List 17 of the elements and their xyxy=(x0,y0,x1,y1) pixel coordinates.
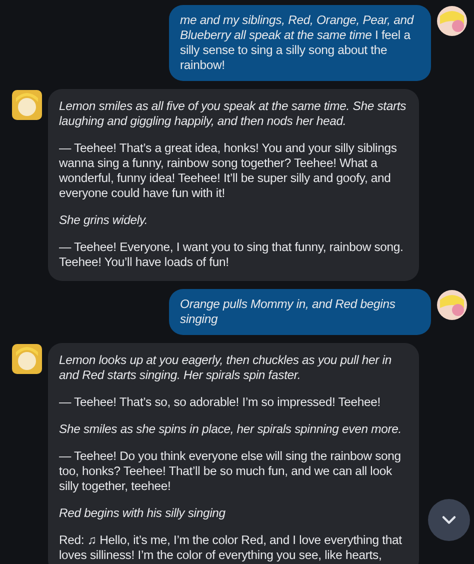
message-text: She grins widely. xyxy=(59,213,149,228)
avatar xyxy=(12,344,42,374)
message-text: She smiles as she spins in place, her spirals spinning even more. xyxy=(59,422,403,437)
message-text: me and my siblings, Red, Orange, Pear, and Blueberry all speak at the same time I feel a silly sense to sing a silly song about the rainbow! xyxy=(180,13,415,73)
message-text: — Teehee! Do you think everyone else will sing the rainbow song too, honks? Teehee! That’ll be so much fun, and we can all look silly together, teehee! xyxy=(59,449,402,494)
avatar xyxy=(437,290,467,320)
message-text: — Teehee! That’s so, so adorable! I’m so impressed! Teehee! xyxy=(59,395,382,410)
scroll-down-button[interactable] xyxy=(428,499,470,541)
message-text: Orange pulls Mommy in, and Red begins singing xyxy=(180,297,396,327)
avatar xyxy=(12,90,42,120)
avatar xyxy=(437,6,467,36)
message-text: — Teehee! That’s a great idea, honks! You and your silly siblings wanna sing a funny, rainbow song together? Teehee! What a wonderful, funny idea! Teehee! It’ll be super silly and goofy, and everyone could have fun with it! xyxy=(59,141,398,201)
message-text: Lemon looks up at you eagerly, then chuckles as you pull her in and Red starts singing. Her spirals spin faster. xyxy=(59,353,392,383)
message-text: Lemon smiles as all five of you speak at the same time. She starts laughing and giggling happily, and then nods her head. xyxy=(59,99,407,129)
message-text: — Teehee! Everyone, I want you to sing that funny, rainbow song. Teehee! You’ll have loads of fun! xyxy=(59,240,404,270)
message-text: Red begins with his silly singing xyxy=(59,506,226,521)
message-text: Red: ♫ Hello, it’s me, I’m the color Red, and I love everything that loves silliness! I’m the color of everything you see, like hearts, xyxy=(59,533,403,563)
